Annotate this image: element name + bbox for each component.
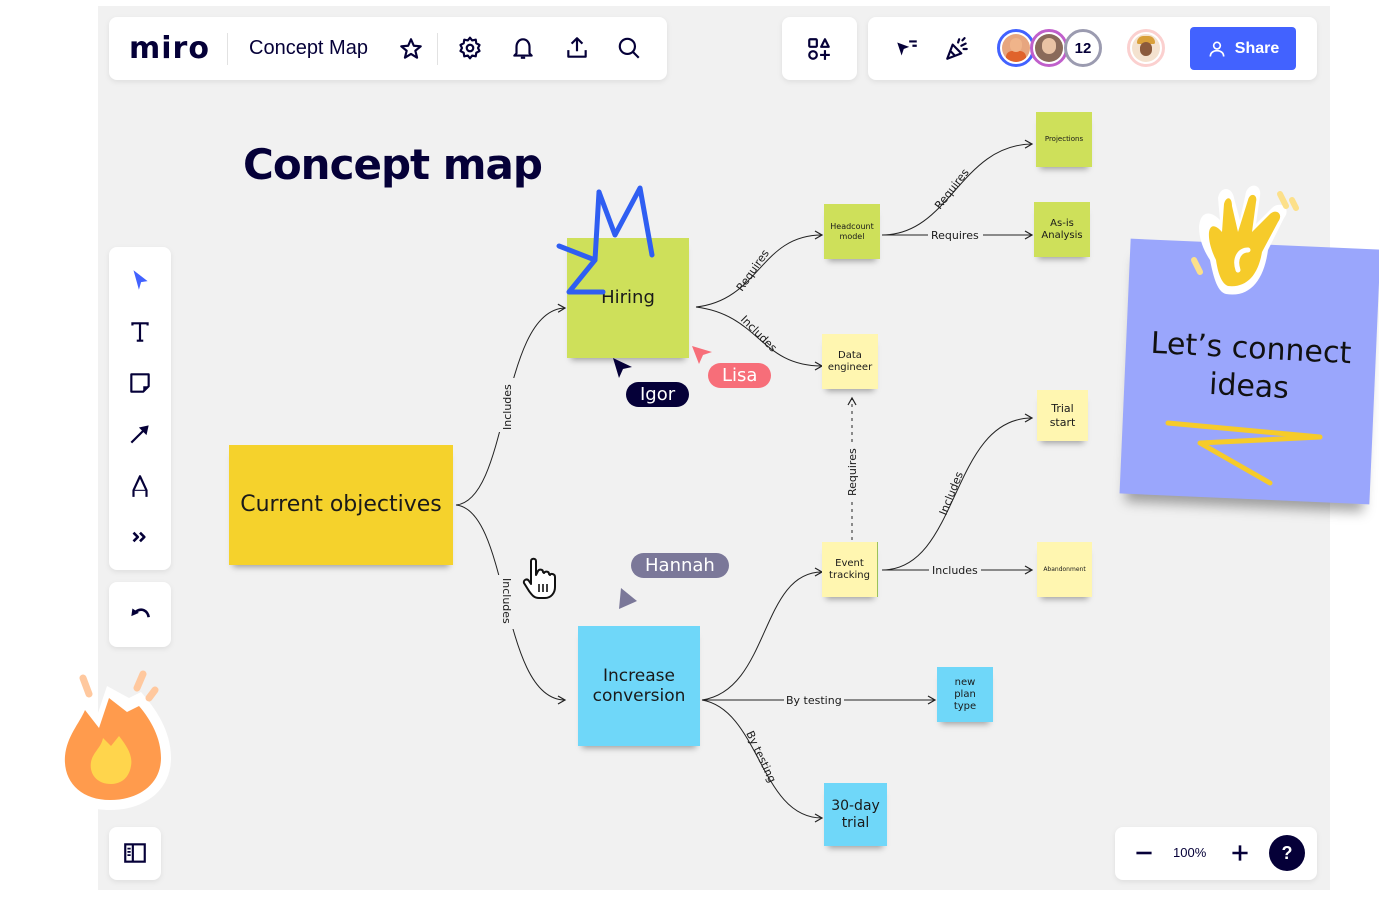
sidebar-toggle-panel <box>109 827 161 880</box>
divider <box>437 33 438 65</box>
sticky-text: Event tracking <box>829 557 870 581</box>
sticky-new-plan-type[interactable]: new plan type <box>937 667 993 722</box>
search-icon <box>618 37 640 59</box>
pen-icon <box>132 475 148 497</box>
minus-icon <box>1136 851 1152 855</box>
sticky-note-icon <box>130 373 150 393</box>
yellow-underline-scribble <box>1165 420 1323 486</box>
hannah-cursor-icon <box>619 588 637 609</box>
zoom-level[interactable]: 100% <box>1173 845 1206 860</box>
sticky-data-engineer[interactable]: Data engineer <box>822 334 878 389</box>
text-tool[interactable] <box>123 315 157 349</box>
sticky-text: Trial start <box>1049 402 1076 429</box>
waving-hand-sticker-icon <box>1191 185 1299 295</box>
upload-button[interactable] <box>560 31 594 65</box>
shapes-button[interactable] <box>802 32 836 66</box>
settings-icon <box>459 36 481 60</box>
user-icon <box>1209 41 1225 57</box>
pointer-icon <box>133 270 148 290</box>
select-tool[interactable] <box>123 263 157 297</box>
miro-app: Includes Includes Requires Includes Requ… <box>0 0 1379 902</box>
cursor-label-lisa: Lisa <box>708 363 772 388</box>
zoom-out-button[interactable] <box>1127 836 1161 870</box>
search-button[interactable] <box>612 31 646 65</box>
notifications-button[interactable] <box>506 31 540 65</box>
settings-button[interactable] <box>453 31 487 65</box>
sticky-text: As-is Analysis <box>1041 217 1083 241</box>
sticky-note-tool[interactable] <box>123 366 157 400</box>
divider <box>227 33 228 65</box>
plus-icon <box>1232 845 1248 861</box>
arrow-line-icon <box>130 425 149 444</box>
board-title[interactable]: Concept Map <box>249 37 368 60</box>
top-left-toolbar: miro Concept Map <box>109 17 667 80</box>
sticky-text: Data engineer <box>827 349 873 373</box>
igor-cursor-icon <box>613 358 632 378</box>
sticky-trial-start[interactable]: Trial start <box>1037 390 1088 441</box>
more-tools-button[interactable] <box>123 520 157 554</box>
collaborators-count: 12 <box>1074 39 1092 57</box>
sticky-as-is-analysis[interactable]: As-is Analysis <box>1034 202 1090 257</box>
sticky-text: Current objectives <box>240 491 442 517</box>
sidebar-panel-icon <box>124 843 146 863</box>
upload-icon <box>567 37 587 58</box>
top-right-toolbar: 12 Share <box>868 17 1317 80</box>
sticky-text: Projections <box>1044 135 1084 144</box>
cursor-filter-icon <box>897 40 917 56</box>
sticky-30-day-trial[interactable]: 30-day trial <box>824 783 887 846</box>
sticky-text: 30-day trial <box>831 797 880 831</box>
zoom-controls: 100% ? <box>1115 827 1317 880</box>
zoom-in-button[interactable] <box>1223 836 1257 870</box>
double-chevron-right-icon <box>132 531 146 543</box>
sticky-increase-conversion[interactable]: Increase conversion <box>578 626 700 746</box>
star-icon <box>400 38 422 59</box>
bell-icon <box>513 38 533 59</box>
text-icon <box>131 322 149 342</box>
undo-icon <box>131 608 150 618</box>
sticky-abandonment[interactable]: Abandonment <box>1037 542 1092 597</box>
collaborators-count-badge[interactable]: 12 <box>1064 29 1102 67</box>
sticky-current-objectives[interactable]: Current objectives <box>229 445 453 565</box>
canvas-title: Concept map <box>243 140 543 189</box>
left-toolbar <box>109 247 171 570</box>
sticky-event-tracking[interactable]: Event tracking <box>822 542 878 597</box>
cursor-label-igor: Igor <box>626 382 690 407</box>
star-button[interactable] <box>394 32 428 66</box>
blue-scribble-drawing[interactable] <box>545 180 675 310</box>
share-label: Share <box>1234 39 1280 57</box>
sticky-text: Increase conversion <box>592 665 686 706</box>
connection-line-tool[interactable] <box>123 417 157 451</box>
party-popper-icon <box>946 37 968 60</box>
sticky-text: new plan type <box>953 676 977 712</box>
celebrate-button[interactable] <box>940 32 974 66</box>
sticky-text-lets-connect-ideas: Let’s connect ideas <box>1149 325 1353 406</box>
hand-pointer-cursor-icon <box>522 557 556 599</box>
miro-logo[interactable]: miro <box>129 31 210 66</box>
lisa-cursor-icon <box>692 346 712 364</box>
undo-panel <box>109 582 171 647</box>
sticky-projections[interactable]: Projections <box>1036 112 1092 167</box>
help-button[interactable]: ? <box>1269 835 1305 871</box>
cursor-filter-button[interactable] <box>890 32 924 66</box>
undo-button[interactable] <box>123 598 157 632</box>
share-button[interactable]: Share <box>1190 27 1296 70</box>
shapes-panel <box>782 17 857 80</box>
collaborator-avatar[interactable] <box>1030 29 1068 67</box>
fire-sticker-icon <box>54 670 172 810</box>
sidebar-toggle-button[interactable] <box>118 836 152 870</box>
sticky-text: Abandonment <box>1043 565 1086 573</box>
sticky-text: Headcount model <box>830 221 874 241</box>
pen-tool[interactable] <box>123 469 157 503</box>
shapes-icon <box>808 38 830 60</box>
cursor-label-hannah: Hannah <box>631 553 729 578</box>
sticky-headcount-model[interactable]: Headcount model <box>824 204 880 259</box>
current-user-avatar[interactable] <box>1127 29 1165 67</box>
